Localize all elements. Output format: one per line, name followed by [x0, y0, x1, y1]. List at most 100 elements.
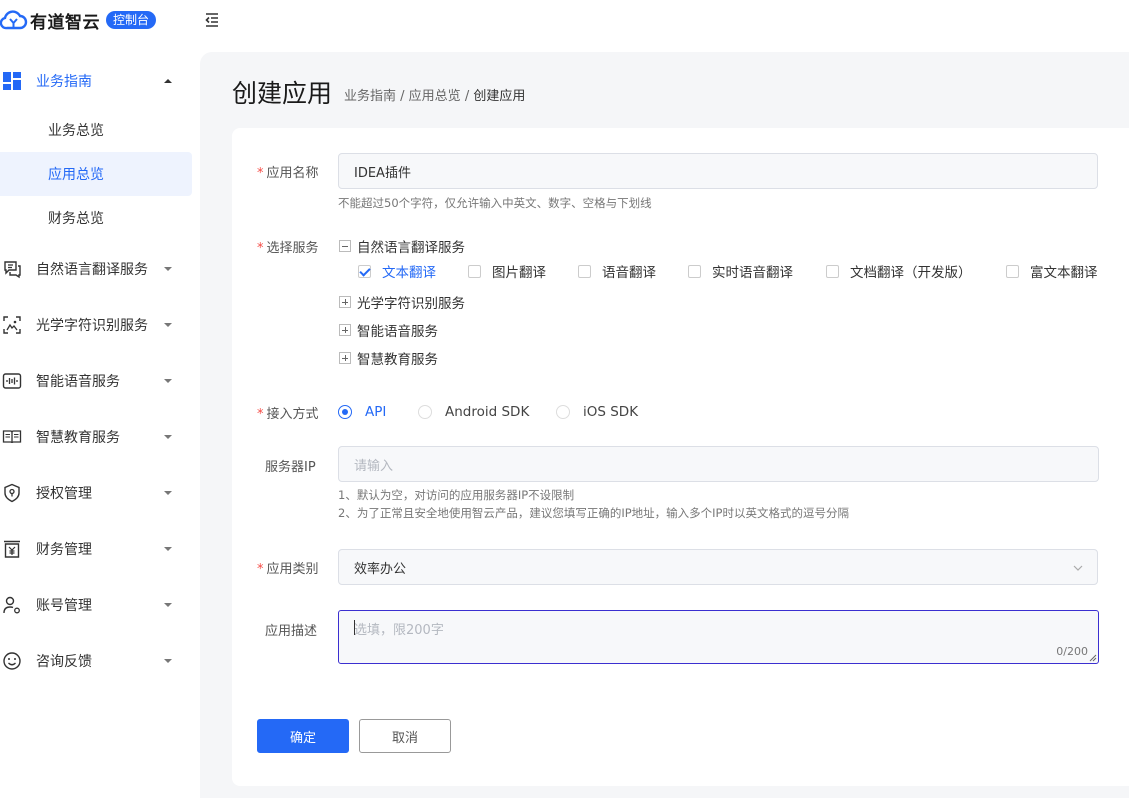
- sidebar-item-label: 业务总览: [48, 123, 104, 139]
- sidebar-item-label: 应用总览: [48, 167, 104, 183]
- description-label: 应用描述: [265, 624, 318, 639]
- sidebar-group-education[interactable]: 智慧教育服务: [0, 415, 192, 459]
- sidebar-item-business-overview[interactable]: 业务总览: [0, 108, 192, 152]
- checkbox-richtext-translation[interactable]: 富文本翻译: [1006, 261, 1098, 281]
- checkbox-text-translation[interactable]: 文本翻译: [358, 261, 436, 281]
- shield-icon: [4, 483, 20, 503]
- caret-down-icon: [164, 379, 172, 383]
- server-ip-input[interactable]: 请输入: [338, 446, 1099, 482]
- yuan-bill-icon: [4, 540, 20, 558]
- tree-node-label: 智能语音服务: [357, 324, 438, 340]
- tree-node-education[interactable]: 智慧教育服务: [339, 348, 438, 368]
- radio-android-sdk[interactable]: Android SDK: [418, 402, 529, 422]
- checkbox-realtime-speech-translation[interactable]: 实时语音翻译: [688, 261, 793, 281]
- tree-node-nlp[interactable]: 自然语言翻译服务: [339, 236, 465, 256]
- text-cursor: [354, 620, 355, 635]
- radio-selected-icon[interactable]: [338, 405, 352, 419]
- expand-plus-icon[interactable]: [339, 296, 351, 308]
- char-counter: 0/200: [1056, 645, 1088, 658]
- radio-icon[interactable]: [556, 405, 570, 419]
- brand-logo[interactable]: 有道智云 控制台: [0, 8, 157, 33]
- main-content: 创建应用 业务指南 / 应用总览 / 创建应用 * 应用名称 IDEA插件 不能超…: [200, 52, 1129, 798]
- sidebar-item-app-overview[interactable]: 应用总览: [0, 152, 192, 196]
- tree-node-label: 自然语言翻译服务: [357, 240, 465, 256]
- required-mark: *: [257, 241, 264, 256]
- top-bar: 有道智云 控制台: [0, 0, 1129, 40]
- expand-plus-icon[interactable]: [339, 324, 351, 336]
- breadcrumb-link-guide[interactable]: 业务指南: [344, 89, 396, 104]
- collapse-menu-icon[interactable]: [203, 11, 221, 29]
- radio-label: iOS SDK: [583, 404, 639, 420]
- radio-api[interactable]: API: [338, 402, 386, 422]
- breadcrumb-link-app-overview[interactable]: 应用总览: [409, 89, 461, 104]
- sidebar-group-account[interactable]: 账号管理: [0, 583, 192, 627]
- sidebar-group-feedback[interactable]: 咨询反馈: [0, 639, 192, 683]
- checkbox-document-translation[interactable]: 文档翻译（开发版）: [826, 261, 972, 281]
- cloud-logo-icon: [0, 10, 28, 30]
- checkbox-label: 语音翻译: [602, 265, 656, 281]
- brand-name: 有道智云: [30, 12, 100, 33]
- description-placeholder: 选填，限200字: [354, 623, 444, 638]
- sidebar-group-business-guide[interactable]: 业务指南: [0, 59, 192, 103]
- breadcrumb-separator: /: [460, 89, 474, 104]
- sidebar-group-speech[interactable]: 智能语音服务: [0, 359, 192, 403]
- checkbox-speech-translation[interactable]: 语音翻译: [578, 261, 656, 281]
- sidebar-group-label: 智慧教育服务: [36, 430, 120, 446]
- tree-node-label: 光学字符识别服务: [357, 296, 465, 312]
- sidebar-item-label: 财务总览: [48, 211, 104, 227]
- confirm-button[interactable]: 确定: [257, 719, 349, 753]
- caret-down-icon: [164, 603, 172, 607]
- breadcrumb-current: 创建应用: [473, 89, 526, 104]
- tree-node-label: 智慧教育服务: [357, 352, 438, 368]
- dashboard-grid-icon: [3, 72, 21, 90]
- app-name-input[interactable]: IDEA插件: [338, 153, 1098, 189]
- checkbox-label: 文档翻译（开发版）: [850, 265, 972, 281]
- checkbox-icon[interactable]: [1006, 264, 1019, 278]
- checkbox-label: 实时语音翻译: [712, 265, 793, 281]
- checkbox-label: 富文本翻译: [1030, 265, 1098, 281]
- console-badge: 控制台: [106, 11, 157, 29]
- sidebar-group-nlp[interactable]: 自然语言翻译服务: [0, 247, 192, 291]
- radio-ios-sdk[interactable]: iOS SDK: [556, 402, 638, 422]
- collapse-minus-icon[interactable]: [339, 240, 351, 252]
- sidebar-group-authorization[interactable]: 授权管理: [0, 471, 192, 515]
- resize-grip-icon[interactable]: [1089, 654, 1097, 662]
- expand-plus-icon[interactable]: [339, 352, 351, 364]
- smile-feedback-icon: [3, 652, 21, 670]
- radio-icon[interactable]: [418, 405, 432, 419]
- category-select[interactable]: 效率办公: [338, 549, 1098, 585]
- access-label: * 接入方式: [257, 407, 319, 422]
- checkbox-icon[interactable]: [578, 264, 591, 278]
- checkbox-icon[interactable]: [468, 264, 481, 278]
- caret-down-icon: [164, 659, 172, 663]
- tree-node-speech[interactable]: 智能语音服务: [339, 320, 438, 340]
- checkbox-icon[interactable]: [688, 264, 701, 278]
- sidebar-group-ocr[interactable]: 光学字符识别服务: [0, 303, 192, 347]
- app-name-label: * 应用名称: [257, 166, 319, 181]
- sidebar-group-label: 光学字符识别服务: [36, 318, 148, 334]
- tree-node-ocr[interactable]: 光学字符识别服务: [339, 292, 465, 312]
- server-ip-hint-1: 1、默认为空，对访问的应用服务器IP不设限制: [338, 488, 575, 502]
- description-textarea[interactable]: 选填，限200字 0/200: [338, 610, 1099, 664]
- checkbox-checked-icon[interactable]: [358, 264, 371, 278]
- sidebar-group-label: 智能语音服务: [36, 374, 120, 390]
- services-label: * 选择服务: [257, 241, 319, 256]
- checkbox-icon[interactable]: [826, 264, 839, 278]
- create-app-form: * 应用名称 IDEA插件 不能超过50个字符，仅允许输入中英文、数字、空格与下划…: [232, 128, 1129, 786]
- caret-down-icon: [164, 491, 172, 495]
- sidebar-item-finance-overview[interactable]: 财务总览: [0, 196, 192, 240]
- cancel-button[interactable]: 取消: [359, 719, 451, 753]
- sidebar-group-label: 授权管理: [36, 486, 92, 502]
- scan-icon: [3, 316, 21, 334]
- sidebar-group-label: 账号管理: [36, 598, 92, 614]
- server-ip-label: 服务器IP: [265, 460, 316, 475]
- education-book-icon: [2, 430, 22, 444]
- breadcrumb-separator: /: [396, 89, 409, 104]
- caret-up-icon: [164, 79, 172, 83]
- sidebar-group-finance[interactable]: 财务管理: [0, 527, 192, 571]
- caret-down-icon: [164, 267, 172, 271]
- category-select-value: 效率办公: [354, 561, 407, 577]
- required-mark: *: [257, 562, 264, 577]
- translate-chat-icon: [4, 261, 21, 279]
- checkbox-image-translation[interactable]: 图片翻译: [468, 261, 546, 281]
